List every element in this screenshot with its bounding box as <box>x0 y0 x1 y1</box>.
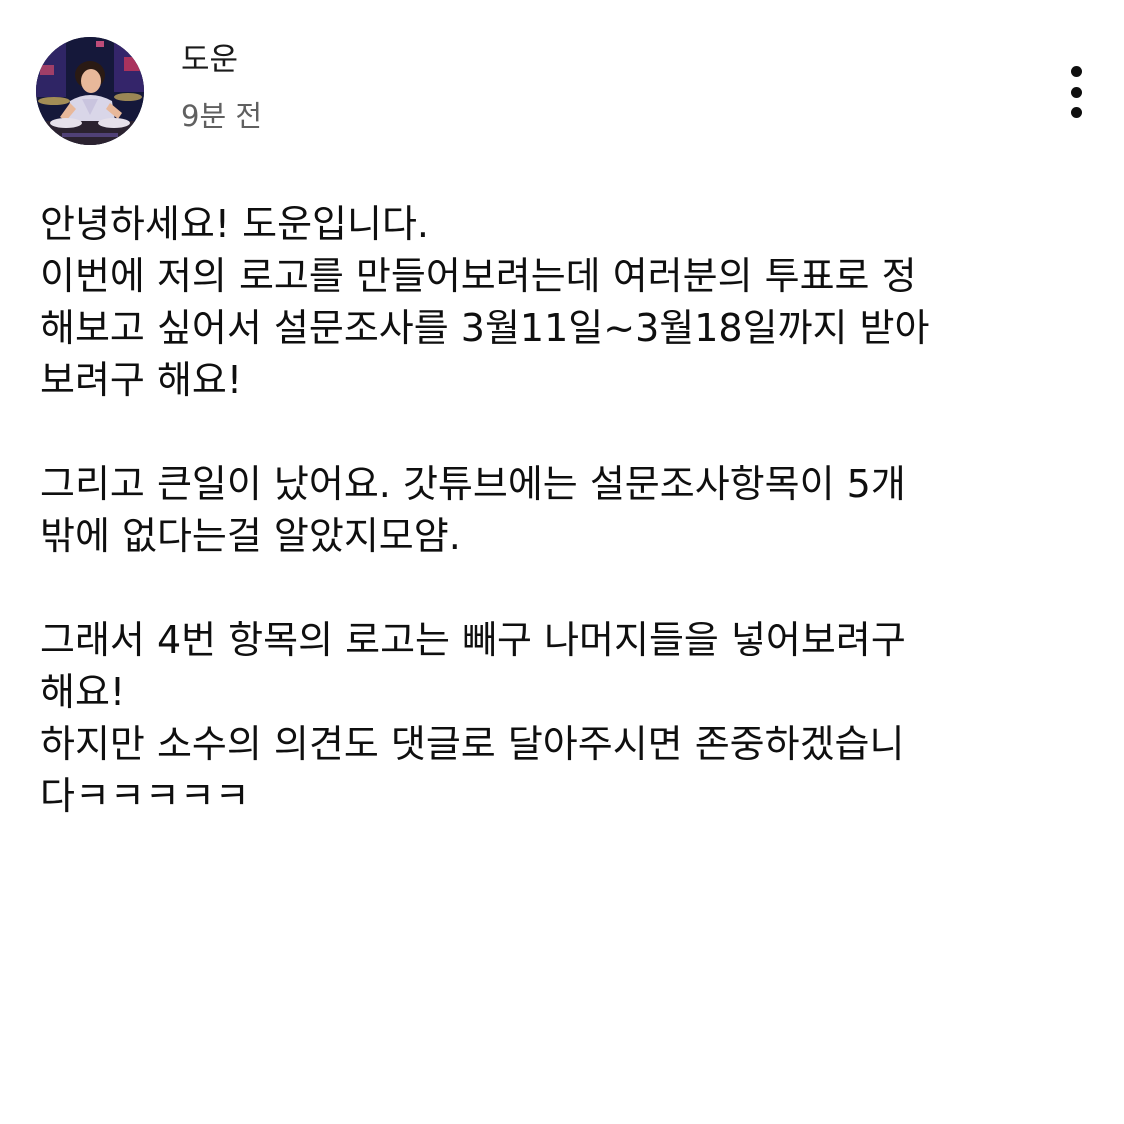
post-body-line: 하지만 소수의 의견도 댓글로 달아주시면 존중하겠습니 <box>40 722 905 766</box>
post-body-line: 보려구 해요! <box>40 358 243 402</box>
post-body-blank-line <box>40 406 1084 458</box>
post-body-blank-line <box>40 562 1084 614</box>
author-avatar[interactable] <box>36 37 144 145</box>
more-vert-icon-dot <box>1070 86 1082 98</box>
post-body-line: 안녕하세요! 도운입니다. <box>40 202 429 246</box>
post-body-line: 이번에 저의 로고를 만들어보려는데 여러분의 투표로 정 <box>40 254 917 298</box>
more-options-button[interactable] <box>1052 62 1100 122</box>
post-body-line: 해요! <box>40 670 126 714</box>
post-body-line: 해보고 싶어서 설문조사를 3월11일~3월18일까지 받아 <box>40 306 930 350</box>
more-vert-icon-dot <box>1070 107 1082 118</box>
avatar-photo-icon <box>36 37 144 145</box>
author-name[interactable]: 도운 <box>181 38 238 82</box>
post-body-line: 다ㅋㅋㅋㅋㅋ <box>40 774 250 818</box>
post-body-line: 그래서 4번 항목의 로고는 빼구 나머지들을 넣어보려구 <box>40 618 906 662</box>
community-post: 도운 9분 전 안녕하세요! 도운입니다. 이번에 저의 로고를 만들어보려는데… <box>0 0 1124 1124</box>
post-body-line: 밖에 없다는걸 알았지모얌. <box>40 514 461 558</box>
post-body: 안녕하세요! 도운입니다. 이번에 저의 로고를 만들어보려는데 여러분의 투표… <box>40 198 1084 822</box>
post-timestamp: 9분 전 <box>181 99 263 133</box>
more-vert-icon-dot <box>1070 66 1082 77</box>
post-body-line: 그리고 큰일이 났어요. 갓튜브에는 설문조사항목이 5개 <box>40 462 906 506</box>
